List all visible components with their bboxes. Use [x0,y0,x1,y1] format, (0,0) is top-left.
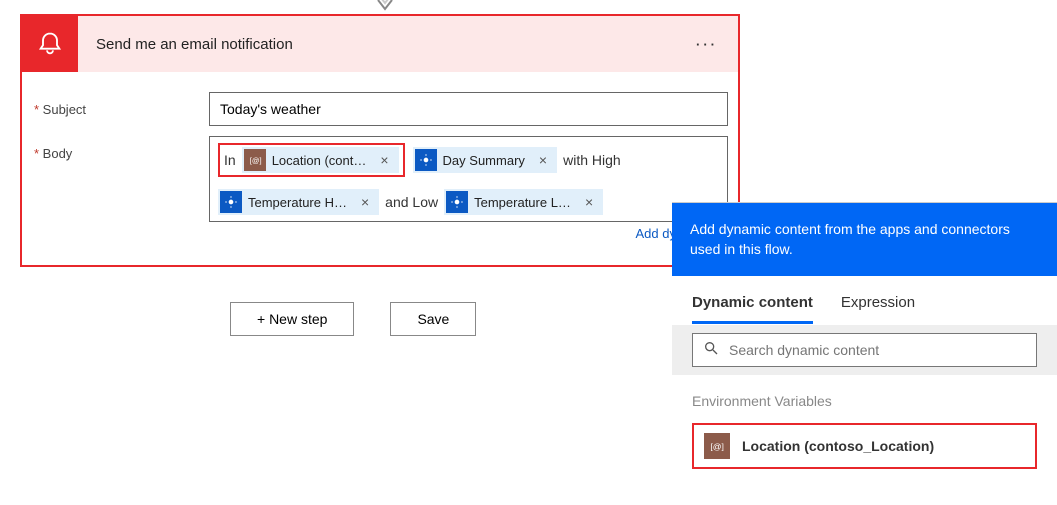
svg-text:[@]: [@] [710,441,724,451]
dc-item-location[interactable]: [@] Location (contoso_Location) [692,423,1037,469]
token-remove[interactable]: × [579,194,599,210]
search-icon [703,340,719,359]
token-remove[interactable]: × [533,152,553,168]
token-temp-high[interactable]: Temperature H… × [218,189,379,215]
token-day-summary[interactable]: Day Summary × [413,147,558,173]
card-header[interactable]: Send me an email notification ··· [22,16,738,72]
dynamic-content-panel: Add dynamic content from the apps and co… [672,202,1057,469]
variable-icon: [@] [244,149,266,171]
card-title: Send me an email notification [96,36,696,53]
subject-label: Subject [34,92,209,117]
save-button[interactable]: Save [390,302,476,336]
token-label: Temperature L… [474,195,579,210]
svg-text:[@]: [@] [249,156,261,165]
dc-item-label: Location (contoso_Location) [742,438,934,454]
weather-icon [220,191,242,213]
new-step-button[interactable]: + New step [230,302,354,336]
token-temp-low[interactable]: Temperature L… × [444,189,603,215]
bell-icon [22,16,78,72]
dc-search-input[interactable] [727,341,1026,359]
token-location[interactable]: [@] Location (cont… × [242,147,399,173]
email-notification-card: Send me an email notification ··· Subjec… [20,14,740,267]
bottom-button-row: + New step Save [230,302,476,336]
tab-expression[interactable]: Expression [841,294,915,324]
dc-group-env-vars: Environment Variables [@] Location (cont… [672,375,1057,469]
body-label: Body [34,136,209,161]
subject-input[interactable] [209,92,728,126]
card-body: Subject Body In [@] Location (cont… × [22,72,738,265]
dc-search-box[interactable] [692,333,1037,367]
variable-icon: [@] [704,433,730,459]
token-label: Day Summary [443,153,533,168]
weather-icon [446,191,468,213]
body-editor[interactable]: In [@] Location (cont… × [209,136,728,222]
card-menu-ellipsis[interactable]: ··· [696,37,718,52]
dc-group-title: Environment Variables [692,375,1037,423]
body-text-and-low: and Low [385,194,438,210]
dynamic-content-hint: Add dynamic content from the apps and co… [672,203,1057,276]
body-first-token-highlight: In [@] Location (cont… × [218,143,405,177]
tab-dynamic-content[interactable]: Dynamic content [692,294,813,324]
token-remove[interactable]: × [374,152,394,168]
body-text-with-high: with High [563,152,621,168]
dc-tabs: Dynamic content Expression [672,276,1057,325]
token-label: Location (cont… [272,153,375,168]
token-remove[interactable]: × [355,194,375,210]
body-text-in: In [224,152,236,168]
token-label: Temperature H… [248,195,355,210]
dc-search-wrap [672,325,1057,375]
add-dynamic-content-link[interactable]: Add dynamic co [209,226,728,241]
weather-icon [415,149,437,171]
